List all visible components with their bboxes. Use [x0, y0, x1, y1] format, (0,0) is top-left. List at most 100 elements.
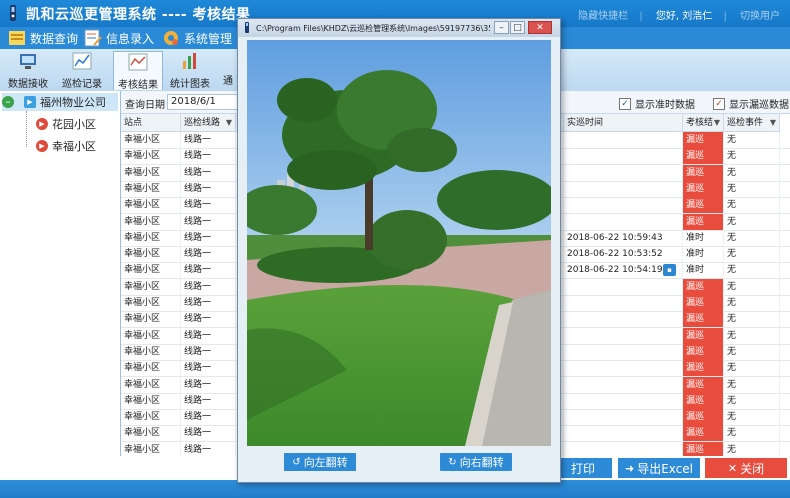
cell-route: 线路一	[181, 229, 236, 246]
cell-site: 幸福小区	[121, 343, 181, 360]
cell-route: 线路一	[181, 262, 236, 279]
cell-actual-time	[564, 327, 683, 344]
tool-statistics-chart[interactable]: 统计图表	[166, 51, 214, 90]
cell-site: 幸福小区	[121, 327, 181, 344]
cell-route: 线路一	[181, 392, 236, 409]
tool-assessment-results[interactable]: 考核结果	[113, 51, 163, 91]
menu-system-admin[interactable]: 系统管理	[162, 27, 232, 49]
cell-result: 漏巡	[683, 327, 724, 344]
tree-node-xingfu[interactable]: ▶ 幸福小区	[36, 137, 96, 155]
cell-site: 幸福小区	[121, 213, 181, 230]
cell-route: 线路一	[181, 246, 236, 263]
switch-user-link[interactable]: 切换用户	[740, 11, 780, 22]
cell-result: 漏巡	[683, 197, 724, 214]
user-greeting: 您好, 刘浩仁	[655, 11, 713, 22]
tool-patrol-records[interactable]: 巡检记录	[58, 51, 106, 90]
cell-result: 漏巡	[683, 441, 724, 456]
export-icon: ➜	[624, 461, 635, 475]
close-button[interactable]: ✕ 关闭	[705, 458, 787, 478]
cell-event: 无	[724, 360, 780, 377]
rotate-right-button[interactable]: ↻ 向右翻转	[440, 453, 512, 471]
cell-site: 幸福小区	[121, 164, 181, 181]
cell-actual-time	[564, 197, 683, 214]
cell-actual-time	[564, 425, 683, 442]
show-ontime-checkbox[interactable]: ✓ 显示准时数据	[619, 96, 695, 111]
cell-event: 无	[724, 425, 780, 442]
menu-label: 系统管理	[184, 31, 233, 46]
window-close-button[interactable]: ✕	[528, 21, 552, 34]
database-icon	[9, 31, 25, 45]
minimize-button[interactable]: –	[494, 21, 509, 34]
cell-result: 漏巡	[683, 343, 724, 360]
tree-node-garden[interactable]: ▶ 花园小区	[36, 115, 96, 133]
cell-event: 无	[724, 295, 780, 311]
tree-connector	[26, 111, 28, 147]
cell-route: 线路一	[181, 327, 236, 344]
column-header-actual-time[interactable]: 实巡时间	[564, 114, 683, 132]
cell-route: 线路一	[181, 164, 236, 181]
cell-event: 无	[724, 278, 780, 295]
column-header-site[interactable]: 站点	[121, 114, 181, 132]
maximize-button[interactable]: □	[510, 21, 525, 34]
cell-event: 无	[724, 164, 780, 181]
cell-event: 无	[724, 246, 780, 263]
cell-actual-time	[564, 213, 683, 230]
tree-root-node[interactable]: – ▶ 福州物业公司	[2, 93, 118, 111]
window-title: 凯和云巡更管理系统 ---- 考核结果	[26, 7, 251, 23]
edit-form-icon	[84, 29, 102, 47]
export-excel-button[interactable]: ➜ 导出Excel	[618, 458, 700, 478]
cell-event: 无	[724, 327, 780, 344]
cell-route: 线路一	[181, 425, 236, 442]
menu-data-query[interactable]: 数据查询	[8, 27, 78, 49]
cell-site: 幸福小区	[121, 278, 181, 295]
cell-result: 准时	[683, 262, 724, 279]
cell-actual-time: 2018-06-22 10:53:52	[564, 246, 683, 263]
cell-event: 无	[724, 392, 780, 409]
cell-actual-time	[564, 132, 683, 148]
cell-route: 线路一	[181, 295, 236, 311]
cell-site: 幸福小区	[121, 229, 181, 246]
cell-route: 线路一	[181, 148, 236, 165]
site-play-icon: ▶	[36, 118, 48, 130]
query-date-input[interactable]: 2018/6/1 0:00	[167, 94, 240, 110]
cell-actual-time	[564, 392, 683, 409]
cell-route: 线路一	[181, 278, 236, 295]
cell-result: 漏巡	[683, 360, 724, 377]
cell-site: 幸福小区	[121, 409, 181, 426]
tool-truncated[interactable]: 通	[220, 51, 236, 89]
link-separator: |	[639, 11, 643, 22]
cell-actual-time	[564, 295, 683, 311]
tool-data-receive[interactable]: 数据接收	[4, 51, 52, 90]
collapse-icon[interactable]: –	[2, 96, 14, 108]
filter-icon[interactable]: ▼	[714, 114, 720, 131]
image-viewer-titlebar[interactable]: C:\Program Files\KHDZ\云巡检管理系统\Images\591…	[238, 19, 560, 37]
menu-info-entry[interactable]: 信息录入	[84, 27, 154, 49]
filter-icon[interactable]: ▼	[226, 114, 232, 131]
rotate-left-button[interactable]: ↺ 向左翻转	[284, 453, 356, 471]
cell-actual-time	[564, 343, 683, 360]
tree-root-label: 福州物业公司	[40, 96, 106, 109]
tool-label: 数据接收	[8, 79, 48, 90]
view-image-icon[interactable]: ▪	[663, 264, 676, 277]
column-header-route[interactable]: 巡检线路 ▼	[181, 114, 236, 132]
filter-icon[interactable]: ▼	[770, 114, 776, 131]
record-chart-icon	[72, 52, 92, 70]
cell-actual-time	[564, 376, 683, 393]
tool-label: 统计图表	[170, 79, 210, 90]
checkbox-check-icon: ✓	[619, 97, 631, 110]
cell-event: 无	[724, 441, 780, 456]
tool-label: 巡检记录	[62, 79, 102, 90]
column-header-result[interactable]: 考核结 ▼	[683, 114, 724, 132]
column-header-event[interactable]: 巡检事件 ▼	[724, 114, 780, 132]
cell-result: 漏巡	[683, 425, 724, 442]
app-logo-icon	[10, 5, 16, 21]
cell-site: 幸福小区	[121, 295, 181, 311]
rotate-right-label: 向右翻转	[459, 456, 504, 469]
tree-node-label: 幸福小区	[52, 140, 96, 153]
show-missed-checkbox[interactable]: ✓ 显示漏巡数据	[713, 96, 789, 111]
cell-event: 无	[724, 376, 780, 393]
cell-event: 无	[724, 409, 780, 426]
hide-shortcut-link[interactable]: 隐藏快捷栏	[578, 11, 628, 22]
rotate-left-label: 向左翻转	[303, 456, 348, 469]
print-button[interactable]: 打印	[554, 458, 612, 478]
